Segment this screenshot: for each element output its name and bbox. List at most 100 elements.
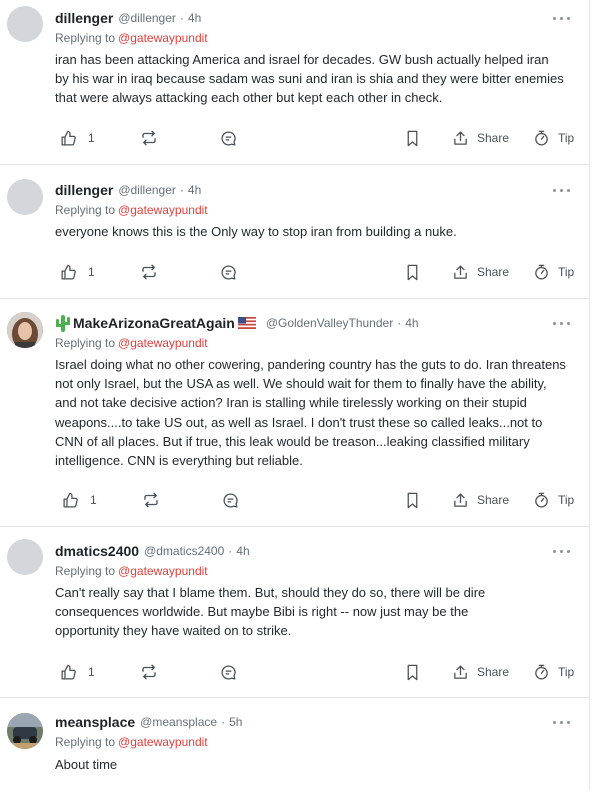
- avatar[interactable]: [7, 539, 43, 575]
- share-label: Share: [477, 665, 510, 679]
- author-handle[interactable]: @meansplace: [140, 715, 217, 729]
- post-time[interactable]: 4h: [188, 11, 201, 25]
- author-handle[interactable]: @dillenger: [118, 183, 176, 197]
- bookmark-icon: [407, 264, 418, 280]
- separator-dot: ·: [179, 11, 184, 25]
- repost-button[interactable]: [140, 260, 158, 284]
- like-button[interactable]: 1: [60, 660, 95, 684]
- like-button[interactable]: 1: [60, 260, 95, 284]
- us-flag-icon: [237, 317, 256, 329]
- comment-post: dillenger @dillenger · 4h Replying to @ga…: [0, 0, 590, 165]
- post-header: dillenger @dillenger · 4h: [55, 180, 201, 200]
- comment-post: dillenger @dillenger · 4h Replying to @ga…: [0, 165, 590, 299]
- post-actions: 1 Share Tip: [55, 260, 585, 284]
- post-text: About time: [55, 757, 118, 772]
- bookmark-button[interactable]: [405, 126, 420, 150]
- repost-icon: [142, 664, 156, 680]
- share-icon: [454, 492, 467, 507]
- bookmark-icon: [407, 664, 418, 680]
- bookmark-button[interactable]: [405, 260, 420, 284]
- post-text: Israel doing what no other cowering, pan…: [55, 357, 566, 469]
- share-icon: [454, 130, 467, 145]
- avatar[interactable]: [7, 713, 43, 749]
- share-label: Share: [477, 131, 510, 145]
- repost-icon: [142, 130, 156, 146]
- thumbs-up-icon: [63, 492, 78, 508]
- more-icon[interactable]: [552, 185, 572, 195]
- more-icon[interactable]: [552, 717, 572, 727]
- like-count: 1: [88, 265, 95, 279]
- share-button[interactable]: Share: [452, 260, 509, 284]
- tip-icon: [535, 492, 548, 508]
- repost-button[interactable]: [142, 488, 160, 512]
- author-name[interactable]: meansplace: [55, 714, 135, 730]
- comment-post: MakeArizonaGreatAgain @GoldenValleyThund…: [0, 299, 590, 527]
- bookmark-icon: [407, 130, 418, 146]
- repost-button[interactable]: [140, 660, 158, 684]
- author-handle[interactable]: @dillenger: [118, 11, 176, 25]
- quote-button[interactable]: [220, 660, 237, 684]
- post-time[interactable]: 4h: [188, 183, 201, 197]
- tip-button[interactable]: Tip: [533, 488, 574, 512]
- separator-dot: ·: [179, 183, 184, 197]
- more-icon[interactable]: [552, 318, 572, 328]
- replying-to-link[interactable]: @gatewaypundit: [118, 336, 208, 350]
- author-handle[interactable]: @GoldenValleyThunder: [266, 316, 393, 330]
- tip-icon: [535, 664, 548, 680]
- post-header: MakeArizonaGreatAgain @GoldenValleyThund…: [55, 313, 419, 333]
- share-button[interactable]: Share: [452, 660, 509, 684]
- replying-to-link[interactable]: @gatewaypundit: [118, 203, 208, 217]
- bookmark-button[interactable]: [405, 488, 420, 512]
- replying-label: Replying to: [55, 203, 116, 217]
- share-icon: [454, 264, 467, 279]
- post-text: Can't really say that I blame them. But,…: [55, 585, 486, 639]
- tip-button[interactable]: Tip: [533, 126, 574, 150]
- quote-button[interactable]: [220, 126, 237, 150]
- post-header: meansplace @meansplace · 5h: [55, 712, 242, 732]
- tip-button[interactable]: Tip: [533, 260, 574, 284]
- post-time[interactable]: 5h: [229, 715, 242, 729]
- tip-label: Tip: [558, 665, 575, 679]
- tip-icon: [535, 130, 548, 146]
- repost-icon: [144, 492, 158, 508]
- share-button[interactable]: Share: [452, 488, 509, 512]
- tip-label: Tip: [558, 131, 575, 145]
- post-header: dillenger @dillenger · 4h: [55, 8, 201, 28]
- replying-to: Replying to @gatewaypundit: [55, 336, 208, 350]
- author-name[interactable]: dillenger: [55, 182, 113, 198]
- author-name[interactable]: dillenger: [55, 10, 113, 26]
- post-time[interactable]: 4h: [405, 316, 418, 330]
- post-time[interactable]: 4h: [236, 544, 249, 558]
- like-button[interactable]: 1: [62, 488, 97, 512]
- quote-bubble-icon: [221, 130, 236, 146]
- replying-to-link[interactable]: @gatewaypundit: [118, 564, 208, 578]
- share-button[interactable]: Share: [452, 126, 509, 150]
- author-handle[interactable]: @dmatics2400: [144, 544, 224, 558]
- author-name[interactable]: MakeArizonaGreatAgain: [73, 315, 235, 331]
- quote-button[interactable]: [220, 260, 237, 284]
- replying-to-link[interactable]: @gatewaypundit: [118, 31, 208, 45]
- like-count: 1: [90, 493, 97, 507]
- avatar[interactable]: [7, 312, 43, 348]
- more-icon[interactable]: [552, 13, 572, 23]
- author-name[interactable]: dmatics2400: [55, 543, 139, 559]
- share-label: Share: [477, 493, 510, 507]
- repost-button[interactable]: [140, 126, 158, 150]
- share-icon: [454, 664, 467, 679]
- quote-button[interactable]: [222, 488, 239, 512]
- thumbs-up-icon: [61, 664, 76, 680]
- replying-to-link[interactable]: @gatewaypundit: [118, 735, 208, 749]
- thumbs-up-icon: [61, 130, 76, 146]
- more-icon[interactable]: [552, 546, 572, 556]
- like-button[interactable]: 1: [60, 126, 95, 150]
- avatar[interactable]: [7, 179, 43, 215]
- like-count: 1: [88, 665, 95, 679]
- replying-label: Replying to: [55, 336, 116, 350]
- quote-bubble-icon: [221, 664, 236, 680]
- cactus-icon: [56, 315, 70, 332]
- avatar[interactable]: [7, 6, 43, 42]
- comment-post: meansplace @meansplace · 5h Replying to @…: [0, 698, 590, 790]
- post-text: everyone knows this is the Only way to s…: [55, 224, 457, 239]
- bookmark-button[interactable]: [405, 660, 420, 684]
- tip-button[interactable]: Tip: [533, 660, 574, 684]
